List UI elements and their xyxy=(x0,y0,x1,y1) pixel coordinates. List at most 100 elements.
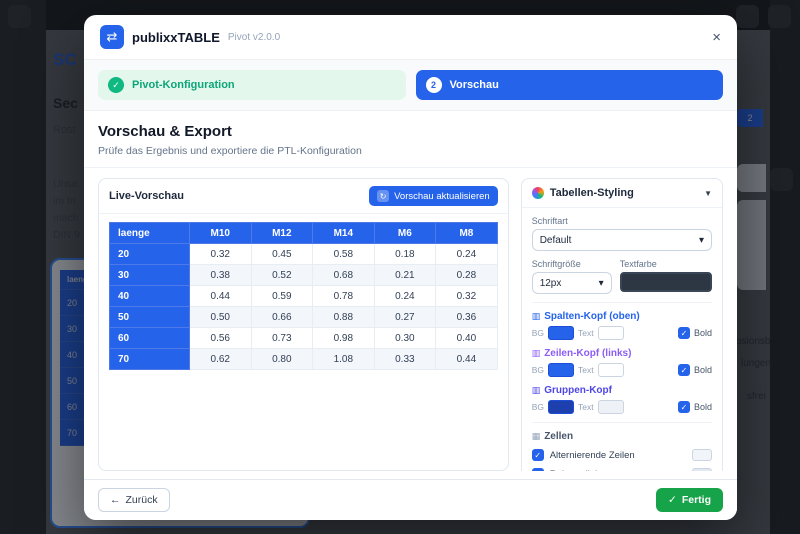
modal-header: ⇄ publixxTABLE Pivot v2.0.0 × xyxy=(84,15,737,60)
bold-checkbox[interactable]: ✓ xyxy=(678,327,690,339)
column-header: M10 xyxy=(190,223,252,244)
text-color-swatch[interactable] xyxy=(598,363,624,377)
corner-header: laenge xyxy=(110,223,190,244)
bold-label: Bold xyxy=(694,365,712,375)
table-cell: 0.38 xyxy=(190,265,252,286)
table-cell: 0.21 xyxy=(374,265,436,286)
table-cell: 0.44 xyxy=(190,286,252,307)
content-columns: Live-Vorschau ↻ Vorschau aktualisieren l… xyxy=(98,178,723,471)
styling-section-title: ▥Gruppen-Kopf xyxy=(532,385,712,396)
styling-section-title: ▥Spalten-Kopf (oben) xyxy=(532,311,712,322)
option-color-swatch[interactable] xyxy=(692,449,712,461)
styling-card-body: Schriftart Default ▾ Schriftgröße 12px xyxy=(522,208,722,471)
table-cell: 0.52 xyxy=(251,265,313,286)
font-select[interactable]: Default ▾ xyxy=(532,229,712,251)
chevron-down-icon: ▾ xyxy=(599,278,604,289)
section-marker-icon: ▥ xyxy=(532,348,541,359)
live-preview-card: Live-Vorschau ↻ Vorschau aktualisieren l… xyxy=(98,178,509,471)
arrow-left-icon: ← xyxy=(110,494,121,506)
table-cell: 0.24 xyxy=(374,286,436,307)
styling-section-controls: BGText✓Bold xyxy=(532,363,712,377)
text-label: Text xyxy=(578,328,594,338)
table-row: 700.620.801.080.330.44 xyxy=(110,349,498,370)
bold-checkbox[interactable]: ✓ xyxy=(678,401,690,413)
app-version: Pivot v2.0.0 xyxy=(228,32,280,43)
preview-title: Live-Vorschau xyxy=(109,190,184,202)
row-header: 30 xyxy=(110,265,190,286)
text-color-swatch[interactable] xyxy=(598,326,624,340)
page-title: Vorschau & Export xyxy=(98,123,723,140)
option-checkbox[interactable]: ✓ xyxy=(532,449,544,461)
bg-color-swatch[interactable] xyxy=(548,363,574,377)
back-button[interactable]: ← Zurück xyxy=(98,488,170,512)
step-vorschau[interactable]: 2 Vorschau xyxy=(416,70,724,100)
table-cell: 0.32 xyxy=(436,286,498,307)
close-icon[interactable]: × xyxy=(712,30,721,45)
divider xyxy=(532,302,712,303)
styling-title: Tabellen-Styling xyxy=(550,187,698,199)
option-color-swatch[interactable] xyxy=(692,468,712,471)
settings-column: Tabellen-Styling ▼ Schriftart Default ▾ xyxy=(521,178,723,471)
cells-section-title: ▦ Zellen xyxy=(532,431,712,442)
text-color-swatch[interactable] xyxy=(598,400,624,414)
table-cell: 0.24 xyxy=(436,244,498,265)
section-marker-icon: ▥ xyxy=(532,385,541,396)
table-cell: 1.08 xyxy=(313,349,375,370)
page-heading-block: Vorschau & Export Prüfe das Ergebnis und… xyxy=(84,121,737,168)
option-checkbox[interactable]: ✓ xyxy=(532,468,544,471)
text-color-picker[interactable] xyxy=(620,272,712,292)
styling-section-controls: BGText✓Bold xyxy=(532,326,712,340)
table-cell: 0.98 xyxy=(313,328,375,349)
bold-toggle: ✓ Bold xyxy=(678,401,712,413)
pivot-table-wrap: laengeM10M12M14M6M8 200.320.450.580.180.… xyxy=(99,214,508,378)
step-pivot-konfiguration[interactable]: ✓ Pivot-Konfiguration xyxy=(98,70,406,100)
step-number-badge: 2 xyxy=(426,77,442,93)
font-size-select[interactable]: 12px ▾ xyxy=(532,272,612,294)
section-marker-icon: ▥ xyxy=(532,311,541,322)
table-row: 300.380.520.680.210.28 xyxy=(110,265,498,286)
finish-label: Fertig xyxy=(682,494,711,506)
table-cell: 0.78 xyxy=(313,286,375,307)
table-styling-card: Tabellen-Styling ▼ Schriftart Default ▾ xyxy=(521,178,723,471)
bg-color-swatch[interactable] xyxy=(548,326,574,340)
column-header: M8 xyxy=(436,223,498,244)
pivot-modal: ⇄ publixxTABLE Pivot v2.0.0 × ✓ Pivot-Ko… xyxy=(84,15,737,520)
pivot-table-body: 200.320.450.580.180.24300.380.520.680.21… xyxy=(110,244,498,370)
refresh-label: Vorschau aktualisieren xyxy=(394,191,490,202)
table-cell: 0.32 xyxy=(190,244,252,265)
styling-section: ▥Zeilen-Kopf (links)BGText✓Bold xyxy=(532,348,712,377)
table-cell: 0.30 xyxy=(374,328,436,349)
table-cell: 0.62 xyxy=(190,349,252,370)
section-title-label: Spalten-Kopf (oben) xyxy=(544,311,640,322)
divider xyxy=(532,422,712,423)
table-row: 600.560.730.980.300.40 xyxy=(110,328,498,349)
bold-toggle: ✓ Bold xyxy=(678,364,712,376)
preview-card-header: Live-Vorschau ↻ Vorschau aktualisieren xyxy=(99,179,508,214)
font-label: Schriftart xyxy=(532,216,712,226)
bold-label: Bold xyxy=(694,402,712,412)
page-subtitle: Prüfe das Ergebnis und exportiere die PT… xyxy=(98,145,723,157)
cells-option-row: ✓Rahmenlinien xyxy=(532,468,712,471)
styling-section: ▥Spalten-Kopf (oben)BGText✓Bold xyxy=(532,311,712,340)
table-cell: 0.50 xyxy=(190,307,252,328)
refresh-preview-button[interactable]: ↻ Vorschau aktualisieren xyxy=(369,186,498,206)
table-row: 400.440.590.780.240.32 xyxy=(110,286,498,307)
styling-card-header[interactable]: Tabellen-Styling ▼ xyxy=(522,179,722,208)
finish-button[interactable]: ✓ Fertig xyxy=(656,488,723,512)
bold-checkbox[interactable]: ✓ xyxy=(678,364,690,376)
modal-footer: ← Zurück ✓ Fertig xyxy=(84,479,737,520)
step-check-icon: ✓ xyxy=(108,77,124,93)
chevron-down-icon[interactable]: ▼ xyxy=(704,189,712,198)
table-cell: 0.73 xyxy=(251,328,313,349)
table-cell: 0.36 xyxy=(436,307,498,328)
font-select-value: Default xyxy=(540,235,572,246)
table-cell: 0.44 xyxy=(436,349,498,370)
pivot-table-head-row: laengeM10M12M14M6M8 xyxy=(110,223,498,244)
chevron-down-icon: ▾ xyxy=(699,235,704,246)
bg-color-swatch[interactable] xyxy=(548,400,574,414)
row-header: 60 xyxy=(110,328,190,349)
cells-options: ✓Alternierende Zeilen✓Rahmenlinien xyxy=(532,449,712,471)
bg-label: BG xyxy=(532,402,544,412)
step-label: Vorschau xyxy=(450,79,499,91)
row-header: 70 xyxy=(110,349,190,370)
